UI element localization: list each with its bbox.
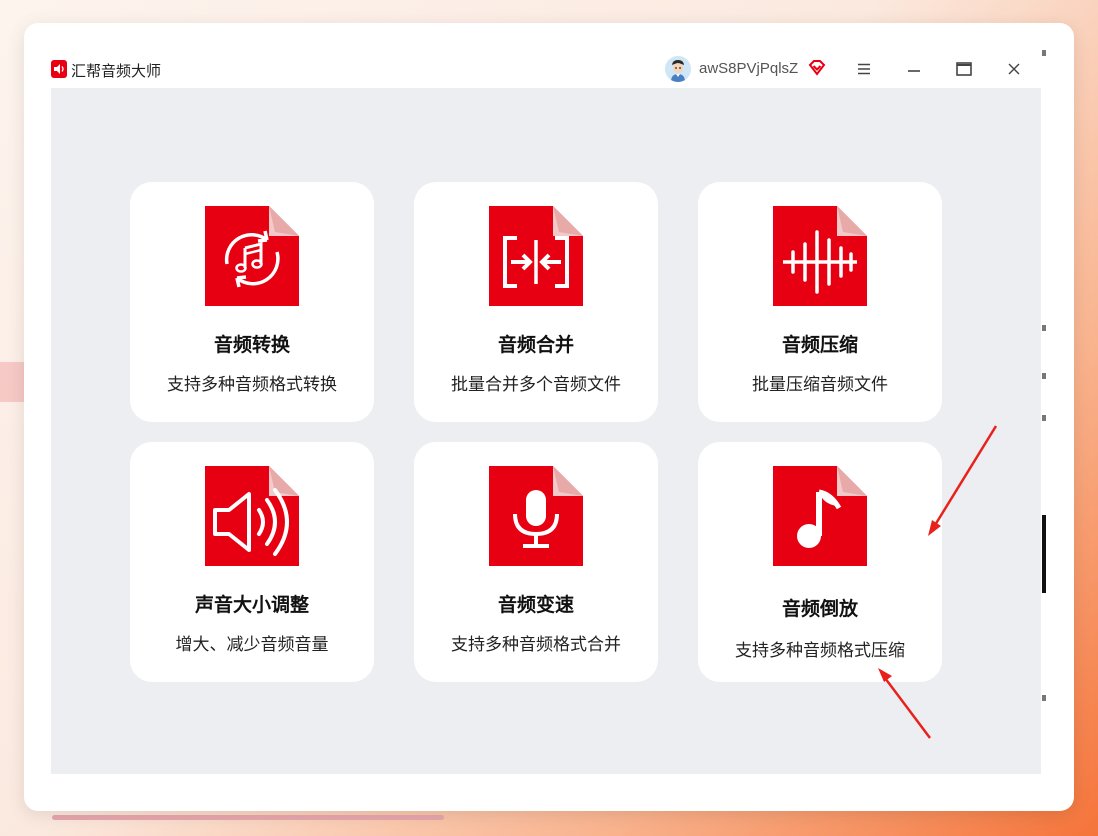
card-audio-speed[interactable]: 音频变速 支持多种音频格式合并 <box>414 442 658 682</box>
card-title: 声音大小调整 <box>194 594 309 616</box>
username-label[interactable]: awS8PVjPqlsZ <box>699 60 798 77</box>
card-description: 支持多种音频格式合并 <box>451 635 621 655</box>
card-title: 音频倒放 <box>781 598 858 620</box>
vip-diamond-icon[interactable] <box>807 58 827 82</box>
background-strip <box>52 815 444 820</box>
app-title: 汇帮音频大师 <box>71 62 162 80</box>
merge-icon <box>489 206 583 306</box>
close-icon[interactable] <box>1003 58 1025 80</box>
card-description: 支持多种音频格式转换 <box>167 375 337 395</box>
card-description: 支持多种音频格式压缩 <box>735 641 905 661</box>
minimize-icon[interactable] <box>903 58 925 80</box>
card-audio-merge[interactable]: 音频合并 批量合并多个音频文件 <box>414 182 658 422</box>
card-audio-reverse[interactable]: 音频倒放 支持多种音频格式压缩 <box>698 442 942 682</box>
card-title: 音频变速 <box>497 594 574 616</box>
hamburger-menu-icon[interactable] <box>853 58 875 80</box>
music-convert-icon <box>205 206 299 306</box>
card-audio-convert[interactable]: 音频转换 支持多种音频格式转换 <box>130 182 374 422</box>
annotation-arrow-lower <box>878 668 931 739</box>
title-bar: 汇帮音频大师 awS8PVjPqlsZ <box>51 52 1041 88</box>
card-description: 批量压缩音频文件 <box>752 375 888 395</box>
microphone-icon <box>489 466 583 566</box>
card-title: 音频转换 <box>213 334 290 356</box>
annotation-arrow-upper <box>928 425 998 536</box>
user-avatar-icon[interactable] <box>665 56 691 82</box>
maximize-icon[interactable] <box>953 58 975 80</box>
card-volume-adjust[interactable]: 声音大小调整 增大、减少音频音量 <box>130 442 374 682</box>
card-audio-compress[interactable]: 音频压缩 批量压缩音频文件 <box>698 182 942 422</box>
card-description: 增大、减少音频音量 <box>175 635 329 655</box>
waveform-icon <box>773 206 867 306</box>
card-description: 批量合并多个音频文件 <box>451 375 621 395</box>
speaker-logo-icon <box>51 60 67 78</box>
music-note-icon <box>773 466 867 566</box>
card-title: 音频压缩 <box>781 334 858 356</box>
volume-icon <box>205 466 299 566</box>
card-title: 音频合并 <box>497 334 574 356</box>
